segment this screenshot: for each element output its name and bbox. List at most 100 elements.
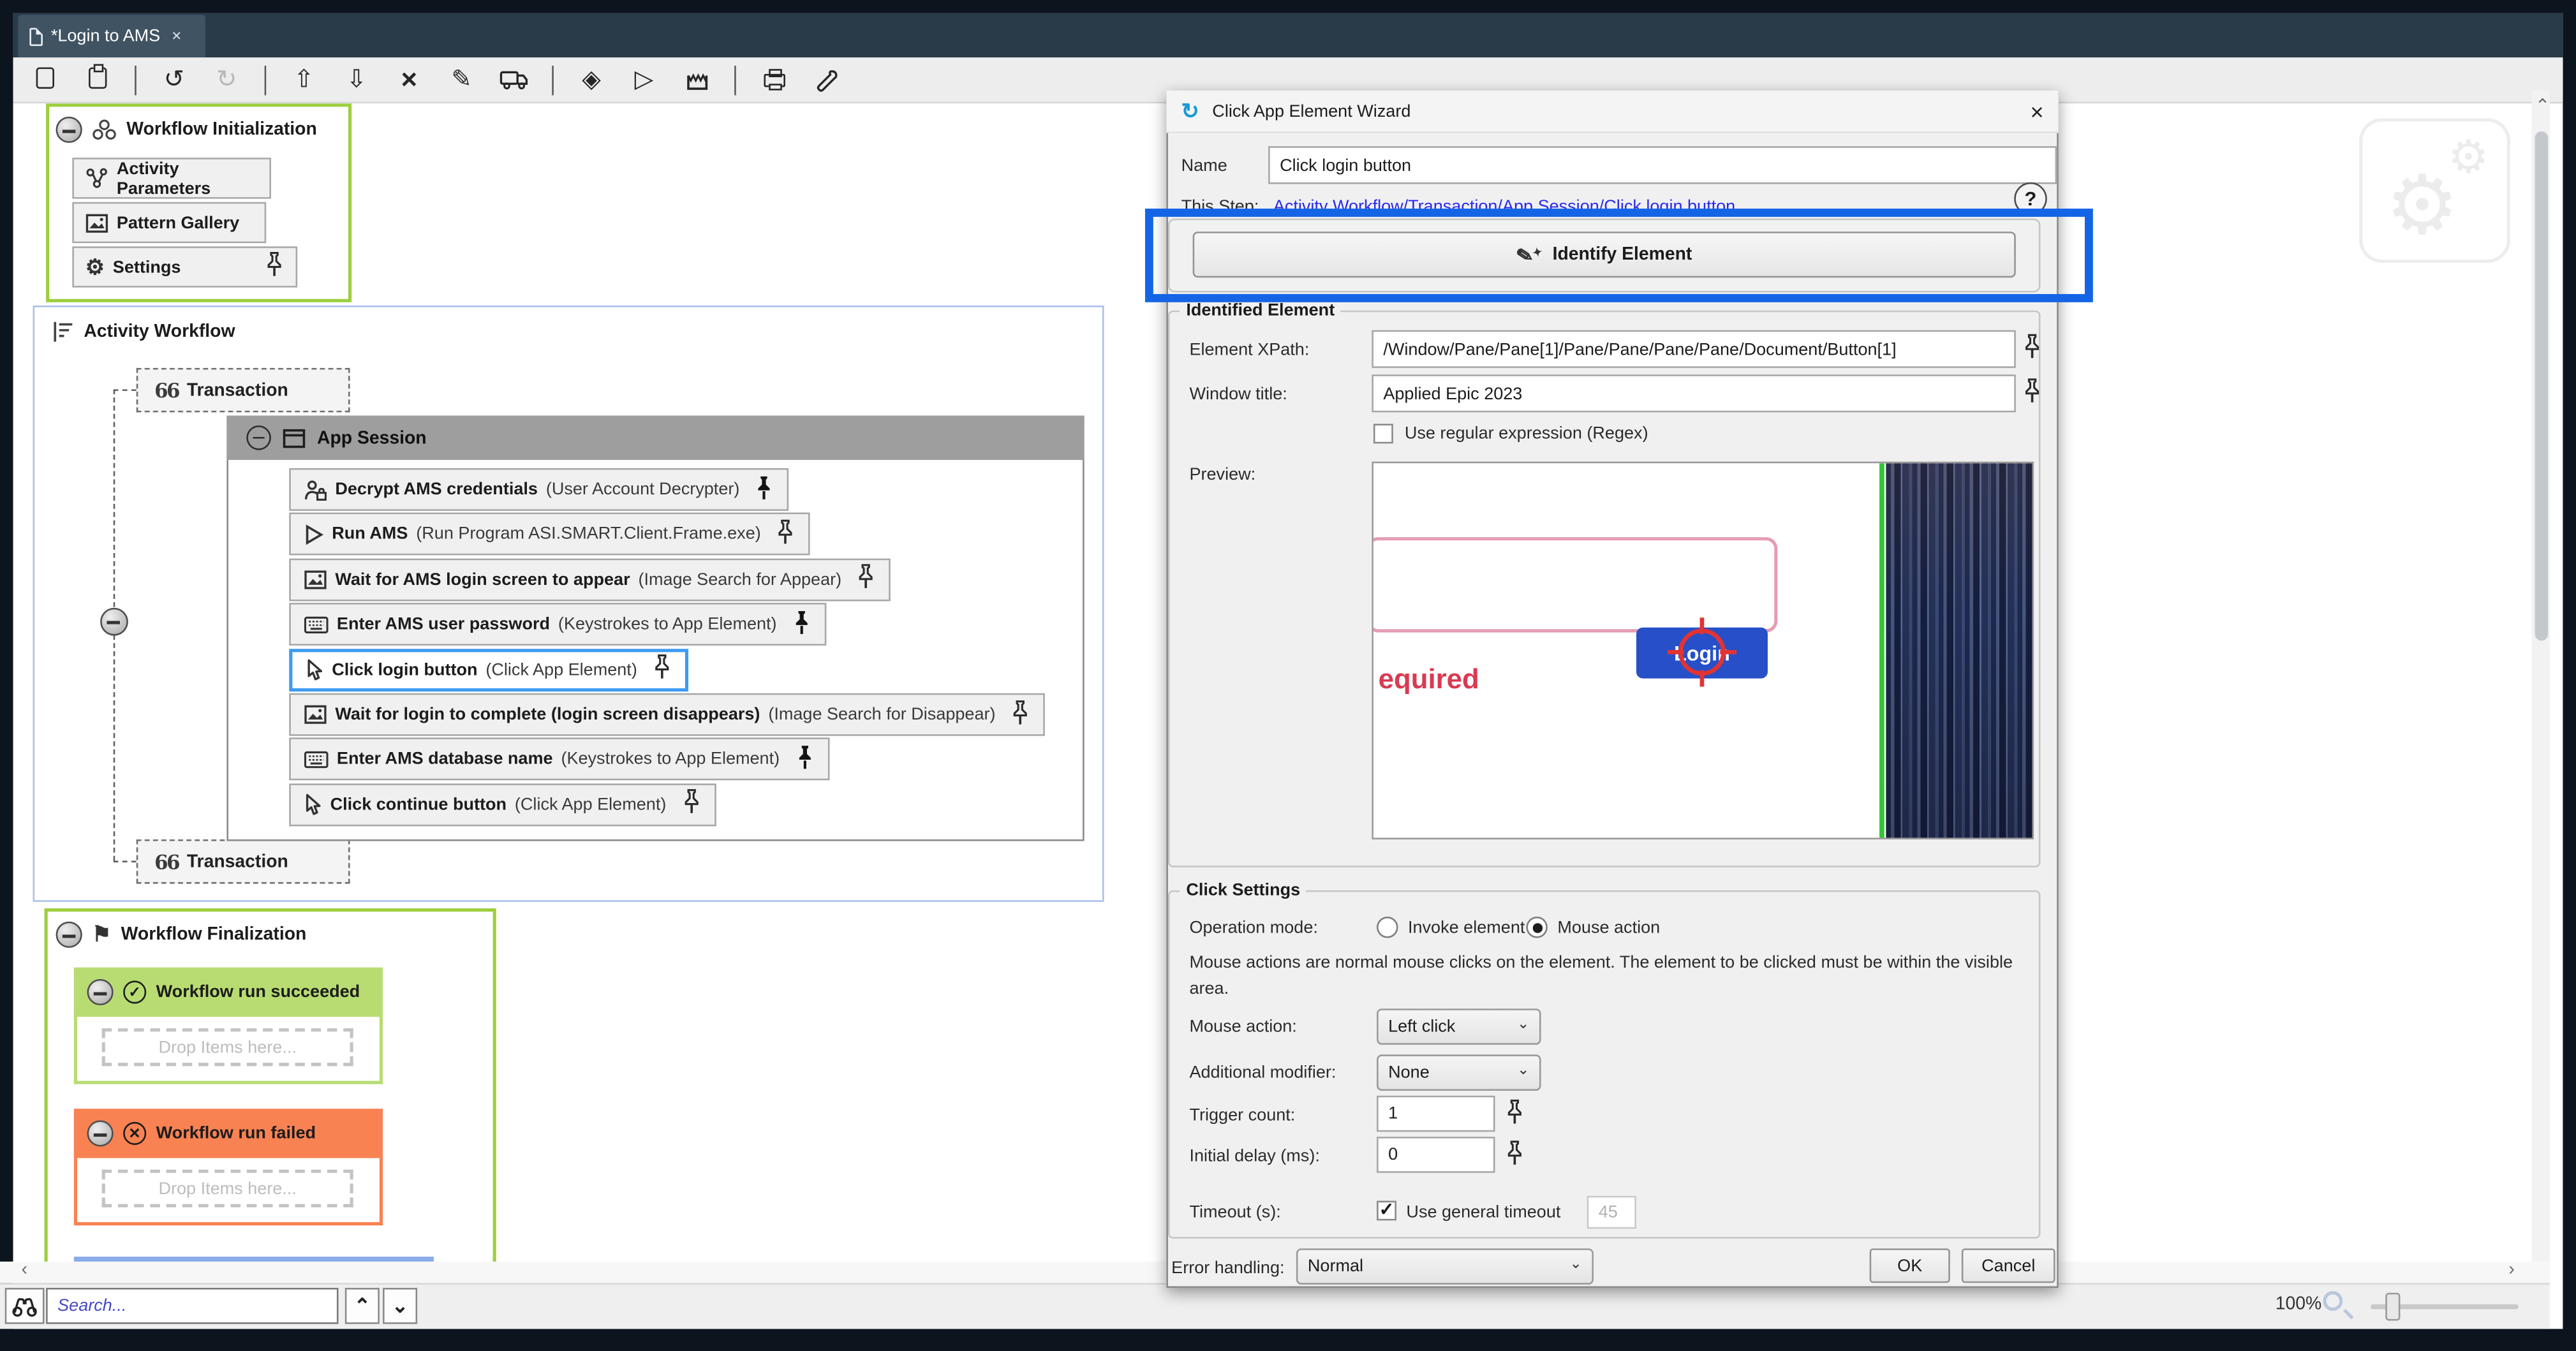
pin-icon[interactable] <box>792 609 811 640</box>
workflow-run-succeeded-header: ✓ Workflow run succeeded <box>74 968 383 1017</box>
annotation-highlight-box <box>1145 209 2093 302</box>
step-decrypt-ams-credentials[interactable]: Decrypt AMS credentials (User Account De… <box>289 468 788 511</box>
trap-icon[interactable] <box>682 68 711 91</box>
button-label: Activity Parameters <box>117 159 258 198</box>
pin-icon[interactable] <box>1010 699 1030 730</box>
paste-icon[interactable] <box>82 66 112 92</box>
step-enter-ams-user-password[interactable]: Enter AMS user password (Keystrokes to A… <box>289 603 826 646</box>
mouse-action-select[interactable]: Left click⌄ <box>1377 1008 1541 1045</box>
dialog-title-bar[interactable]: ↻ Click App Element Wizard × <box>1166 91 2058 133</box>
tab-login-to-ams[interactable]: *Login to AMS × <box>18 15 205 57</box>
tab-bar: *Login to AMS × <box>13 13 2563 58</box>
image-icon <box>85 212 108 232</box>
zoom-level: 100% <box>2276 1294 2321 1314</box>
initial-delay-input[interactable]: 0 <box>1377 1137 1495 1173</box>
step-subtitle: (Run Program ASI.SMART.Client.Frame.exe) <box>416 525 760 545</box>
scroll-right-icon[interactable]: › <box>2508 1262 2514 1280</box>
vertical-scrollbar-thumb[interactable] <box>2534 131 2547 640</box>
transaction-top[interactable]: 66 Transaction <box>137 368 350 413</box>
pin-icon[interactable] <box>2022 378 2048 407</box>
deploy-icon[interactable] <box>500 69 529 90</box>
name-input[interactable]: Click login button <box>1268 146 2057 184</box>
element-xpath-input[interactable]: /Window/Pane/Pane[1]/Pane/Pane/Pane/Pane… <box>1372 330 2015 368</box>
transaction-icon: 66 <box>154 850 179 873</box>
drop-zone[interactable]: Drop Items here... <box>102 1028 353 1066</box>
find-button[interactable] <box>5 1288 45 1324</box>
pin-icon[interactable] <box>652 654 672 685</box>
tab-close-icon[interactable]: × <box>172 27 181 45</box>
step-subtitle: (Click App Element) <box>515 795 666 815</box>
collapse-icon[interactable] <box>87 1120 113 1146</box>
workflow-finalization-header: ⚑ Workflow Finalization <box>56 922 307 948</box>
collapse-rail-icon[interactable] <box>100 608 128 636</box>
step-wait-for-ams-login-screen-to-appear[interactable]: Wait for AMS login screen to appear (Ima… <box>289 558 891 601</box>
step-wait-for-login-to-complete-login-screen-disappears-[interactable]: Wait for login to complete (login screen… <box>289 693 1045 736</box>
trigger-count-input[interactable]: 1 <box>1377 1096 1495 1132</box>
pin-icon[interactable] <box>794 744 814 775</box>
cancel-button[interactable]: Cancel <box>1962 1248 2055 1283</box>
dialog-close-icon[interactable]: × <box>2031 98 2044 124</box>
delete-icon[interactable]: × <box>394 66 424 94</box>
timeout-value-input[interactable]: 45 <box>1587 1196 1636 1229</box>
step-click-login-button[interactable]: Click login button (Click App Element) <box>289 648 688 691</box>
step-enter-ams-database-name[interactable]: Enter AMS database name (Keystrokes to A… <box>289 738 829 781</box>
transaction-bottom[interactable]: 66 Transaction <box>137 839 350 884</box>
chevron-down-icon: ⌄ <box>1517 1015 1529 1033</box>
step-title: Click login button <box>332 660 477 679</box>
search-next-button[interactable]: ⌄ <box>383 1288 417 1324</box>
tools-icon[interactable] <box>811 68 841 91</box>
pin-icon[interactable] <box>776 519 796 550</box>
window-title-value: Applied Epic 2023 <box>1383 383 1522 403</box>
preview-background-photo <box>1886 463 2034 839</box>
additional-modifier-select[interactable]: None⌄ <box>1377 1054 1541 1091</box>
sidebar-button-pattern-gallery[interactable]: Pattern Gallery <box>72 202 266 243</box>
drop-zone[interactable]: Drop Items here... <box>102 1170 353 1207</box>
sidebar-button-activity-parameters[interactable]: Activity Parameters <box>72 158 271 198</box>
step-click-continue-button[interactable]: Click continue button (Click App Element… <box>289 783 715 826</box>
sidebar-button-settings[interactable]: ⚙Settings <box>72 246 297 287</box>
cancel-label: Cancel <box>1981 1256 2035 1276</box>
collapse-icon[interactable] <box>56 117 82 143</box>
pin-icon[interactable] <box>2022 334 2048 363</box>
pin-icon[interactable] <box>1505 1099 1531 1128</box>
pin-icon[interactable] <box>856 564 876 595</box>
scroll-up-icon[interactable]: ⌃ <box>2535 99 2550 117</box>
breakpoint-icon[interactable]: ◈ <box>577 68 606 92</box>
print-icon[interactable] <box>759 68 788 92</box>
zoom-slider-handle[interactable] <box>2385 1293 2400 1321</box>
pin-icon[interactable] <box>265 251 285 283</box>
use-general-timeout-checkbox[interactable]: ✓ <box>1377 1201 1396 1221</box>
collapse-icon[interactable] <box>56 922 82 948</box>
step-run-ams[interactable]: Run AMS (Run Program ASI.SMART.Client.Fr… <box>289 513 810 556</box>
search-previous-button[interactable]: ⌃ <box>345 1288 380 1324</box>
ok-button[interactable]: OK <box>1870 1248 1950 1283</box>
regex-checkbox[interactable] <box>1373 424 1393 443</box>
redo-icon: ↻ <box>212 68 241 92</box>
check-circle-icon: ✓ <box>123 980 146 1003</box>
move-up-icon[interactable]: ⇧ <box>289 68 318 92</box>
move-down-icon[interactable]: ⇩ <box>342 68 371 92</box>
window-title-input[interactable]: Applied Epic 2023 <box>1372 374 2015 412</box>
invoke-element-radio[interactable] <box>1377 917 1398 938</box>
collapse-icon[interactable] <box>87 979 113 1005</box>
ok-label: OK <box>1897 1256 1922 1276</box>
run-icon[interactable]: ▷ <box>629 68 658 92</box>
gear-icon: ⚙ <box>2448 135 2489 181</box>
app-session-header[interactable]: App Session <box>226 416 1084 461</box>
collapse-icon[interactable] <box>246 425 271 450</box>
undo-icon[interactable]: ↺ <box>159 68 189 92</box>
identify-wand-icon[interactable]: ✎ <box>447 68 476 92</box>
timeout-value: 45 <box>1599 1202 1618 1222</box>
pin-icon[interactable] <box>1505 1140 1531 1169</box>
initial-delay-label: Initial delay (ms): <box>1189 1147 1319 1167</box>
error-handling-select[interactable]: Normal⌄ <box>1296 1248 1594 1285</box>
mouse-action-radio[interactable] <box>1526 917 1547 938</box>
pin-icon[interactable] <box>681 789 701 820</box>
search-input[interactable] <box>46 1288 338 1324</box>
error-handling-value: Normal <box>1308 1257 1363 1276</box>
name-label: Name <box>1181 156 1227 176</box>
copy-icon[interactable] <box>29 66 59 92</box>
pin-icon[interactable] <box>755 474 774 505</box>
scroll-left-icon[interactable]: ‹ <box>21 1262 27 1280</box>
step-title: Decrypt AMS credentials <box>335 480 538 499</box>
